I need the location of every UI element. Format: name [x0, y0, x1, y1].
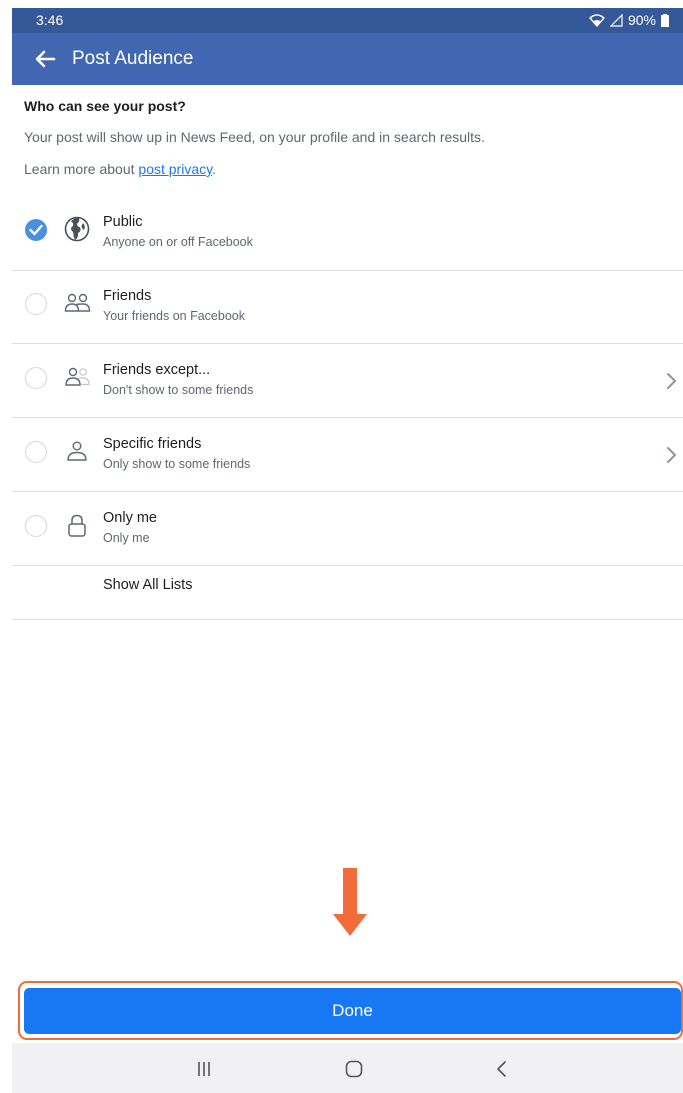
option-sublabel: Anyone on or off Facebook	[103, 235, 253, 249]
option-sublabel: Don't show to some friends	[103, 383, 254, 397]
option-sublabel: Only show to some friends	[103, 457, 251, 471]
radio-selected[interactable]	[25, 219, 47, 241]
audience-option-public[interactable]: Public Anyone on or off Facebook	[12, 196, 683, 270]
signal-icon	[609, 13, 623, 27]
app-bar: Post Audience	[12, 33, 683, 85]
audience-option-friends-except[interactable]: Friends except... Don't show to some fri…	[12, 344, 683, 418]
audience-option-specific-friends[interactable]: Specific friends Only show to some frien…	[12, 418, 683, 492]
radio-unselected[interactable]	[25, 293, 47, 315]
chevron-right-icon	[667, 447, 676, 463]
status-bar: 3:46 90%	[12, 8, 683, 33]
battery-level: 90%	[627, 12, 656, 28]
lock-icon	[68, 514, 86, 537]
divider	[12, 619, 683, 620]
person-icon	[67, 441, 87, 461]
battery-icon	[661, 13, 669, 27]
option-sublabel: Your friends on Facebook	[103, 309, 245, 323]
show-all-lists-button[interactable]: Show All Lists	[103, 577, 192, 593]
system-nav-bar	[12, 1043, 683, 1093]
annotation-arrow-shaft	[343, 868, 357, 914]
learn-more-prefix: Learn more about	[24, 161, 139, 177]
option-label: Only me	[103, 510, 157, 526]
option-label: Friends	[103, 288, 152, 304]
radio-unselected[interactable]	[25, 515, 47, 537]
audience-option-friends[interactable]: Friends Your friends on Facebook	[12, 270, 683, 344]
screen: 3:46 90% Post Audience Who can see your …	[12, 8, 683, 1093]
friends-except-icon	[65, 367, 90, 386]
option-label: Public	[103, 214, 143, 230]
status-icons: 90%	[588, 12, 669, 28]
chevron-right-icon	[667, 373, 676, 389]
section-heading: Who can see your post?	[24, 98, 186, 114]
option-label: Specific friends	[103, 436, 202, 452]
checkmark-icon	[29, 224, 43, 236]
learn-more-suffix: .	[212, 161, 216, 177]
annotation-arrow-icon	[333, 914, 367, 936]
option-label: Friends except...	[103, 362, 211, 378]
wifi-icon	[588, 13, 605, 27]
audience-option-only-me[interactable]: Only me Only me	[12, 492, 683, 566]
back-nav-icon[interactable]	[490, 1057, 514, 1081]
back-arrow-icon[interactable]	[34, 48, 56, 70]
globe-icon	[64, 216, 90, 242]
friends-icon	[64, 293, 91, 312]
section-description: Your post will show up in News Feed, on …	[24, 129, 485, 145]
divider	[12, 565, 683, 566]
option-sublabel: Only me	[103, 531, 150, 545]
page-title: Post Audience	[72, 48, 194, 69]
learn-more-text: Learn more about post privacy.	[24, 161, 216, 177]
post-privacy-link[interactable]: post privacy	[138, 161, 212, 177]
done-button[interactable]: Done	[24, 988, 681, 1034]
radio-unselected[interactable]	[25, 441, 47, 463]
status-time: 3:46	[36, 12, 64, 28]
home-icon[interactable]	[342, 1057, 366, 1081]
radio-unselected[interactable]	[25, 367, 47, 389]
recents-icon[interactable]	[192, 1057, 216, 1081]
